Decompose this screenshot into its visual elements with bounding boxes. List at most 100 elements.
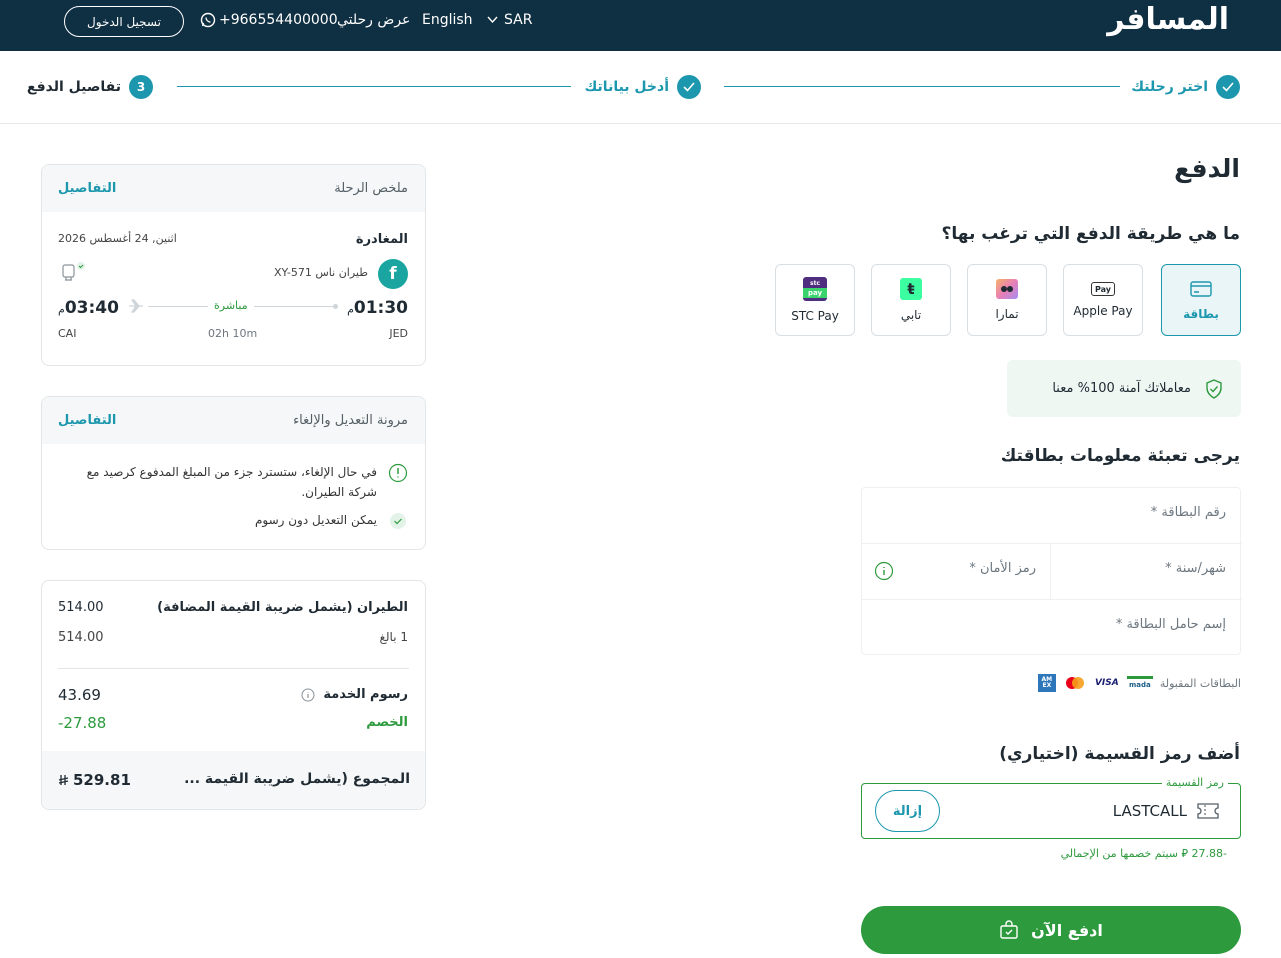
adult-label: 1 بالغ xyxy=(379,630,409,644)
method-stc-pay[interactable]: stc pay STC Pay xyxy=(775,264,855,336)
price-breakdown-card: الطيران (يشمل ضريبة القيمة المضافة) 514.… xyxy=(41,580,426,810)
step-number: 3 xyxy=(129,75,153,99)
coupon-code-value: LASTCALL xyxy=(1112,802,1187,820)
accepted-cards-label: البطاقات المقبولة xyxy=(1159,676,1241,690)
change-note: يمكن التعديل دون رسوم xyxy=(254,513,377,527)
step-label: اختر رحلتك xyxy=(1131,79,1208,95)
card-holder-field[interactable]: إسم حامل البطاقة * xyxy=(1116,617,1226,632)
discount-note: -27.88 ⃁ سيتم خصمها من الإجمالي xyxy=(1060,847,1227,860)
info-icon xyxy=(388,463,408,487)
step-connector xyxy=(724,86,1120,87)
apple-pay-icon: Pay xyxy=(1091,282,1115,296)
method-label: تمارا xyxy=(995,307,1019,321)
method-label: تابي xyxy=(900,308,922,322)
divider xyxy=(1050,543,1051,599)
departure-label: المغادرة xyxy=(355,232,408,247)
page-title: الدفع xyxy=(1174,154,1240,183)
shield-check-icon xyxy=(1206,378,1222,399)
mada-logo-icon: mada xyxy=(1126,676,1153,690)
airline-name: طيران ناس XY-571 xyxy=(273,266,368,279)
total-row: المجموع (يشمل ضريبة القيمة ... 529.81 xyxy=(42,751,425,809)
flight-price-label: الطيران (يشمل ضريبة القيمة المضافة) xyxy=(157,600,408,615)
info-icon[interactable] xyxy=(301,688,315,702)
total-label: المجموع (يشمل ضريبة القيمة ... xyxy=(184,771,410,787)
card-title: ملخص الرحلة xyxy=(334,181,408,196)
method-tabby[interactable]: ŧ تابي xyxy=(871,264,951,336)
accepted-cards-row: البطاقات المقبولة mada VISA AM EX xyxy=(1030,672,1241,694)
pay-now-label: ادفع الآن xyxy=(1031,920,1103,940)
cvv-field[interactable]: رمز الأمان * xyxy=(969,561,1036,576)
seat-baggage-icon xyxy=(60,261,90,287)
card-icon xyxy=(1189,279,1213,299)
method-label: STC Pay xyxy=(791,309,839,323)
my-trip-link[interactable]: عرض رحلتي xyxy=(337,12,410,28)
step-payment-details: 3 تفاصيل الدفع xyxy=(27,75,153,99)
flight-summary-card: ملخص الرحلة التفاصيل المغادرة اثنين, 24 … xyxy=(41,164,426,366)
discount-value: -27.88 xyxy=(58,714,107,732)
tamara-icon xyxy=(996,279,1018,299)
card-form: رقم البطاقة * شهر/سنة * رمز الأمان * إسم… xyxy=(861,487,1242,655)
coupon-input[interactable]: رمز القسيمة LASTCALL إزالة xyxy=(861,776,1241,839)
riyal-icon xyxy=(58,774,69,785)
arrival-time: 03:40م xyxy=(58,298,119,318)
currency-selector[interactable]: SAR xyxy=(487,12,532,28)
flight-duration: 02h 10m xyxy=(208,327,258,340)
secure-text: معاملاتك آمنة 100% معنا xyxy=(1052,381,1191,396)
departure-time: 01:30م xyxy=(347,298,408,318)
service-fee-row: رسوم الخدمة xyxy=(301,687,408,702)
check-icon xyxy=(1216,75,1240,99)
phone-number: +966554400000 xyxy=(219,12,338,28)
divider xyxy=(862,599,1242,600)
card-number-field[interactable]: رقم البطاقة * xyxy=(1151,505,1226,520)
step-label: أدخل بياناتك xyxy=(584,79,669,95)
discount-label: الخصم xyxy=(366,715,408,730)
step-label: تفاصيل الدفع xyxy=(26,79,121,95)
pay-now-button[interactable]: ادفع الآن xyxy=(861,906,1241,954)
flexibility-card: مرونة التعديل والإلغاء التفاصيل في حال ا… xyxy=(41,396,426,550)
divider xyxy=(862,543,1242,544)
ticket-icon xyxy=(1197,803,1219,823)
flight-price-value: 514.00 xyxy=(58,600,104,615)
info-icon[interactable] xyxy=(874,561,894,585)
remove-coupon-button[interactable]: إزالة xyxy=(875,790,940,832)
details-link[interactable]: التفاصيل xyxy=(58,413,116,428)
method-label: بطاقة xyxy=(1183,307,1219,321)
shopping-bag-icon xyxy=(1000,920,1018,939)
step-choose-flight[interactable]: اختر رحلتك xyxy=(1131,75,1240,99)
expiry-field[interactable]: شهر/سنة * xyxy=(1165,561,1226,576)
top-navigation-bar: المسافر SAR English عرض رحلتي +966554400… xyxy=(0,0,1281,51)
chevron-down-icon xyxy=(487,16,498,24)
tabby-icon: ŧ xyxy=(900,278,922,300)
total-amount: 529.81 xyxy=(58,771,131,789)
whatsapp-icon xyxy=(200,12,216,28)
coupon-heading: أضف رمز القسيمة (اختياري) xyxy=(999,744,1240,764)
route-dot xyxy=(333,304,338,309)
visa-logo-icon: VISA xyxy=(1094,678,1119,688)
details-link[interactable]: التفاصيل xyxy=(58,181,116,196)
flight-date: اثنين, 24 أغسطس 2026 xyxy=(58,232,177,245)
login-button[interactable]: تسجيل الدخول xyxy=(64,6,184,37)
payment-method-heading: ما هي طريقة الدفع التي ترغب بها؟ xyxy=(941,224,1240,244)
divider xyxy=(58,668,409,669)
card-title: مرونة التعديل والإلغاء xyxy=(293,413,408,428)
whatsapp-contact[interactable]: +966554400000 xyxy=(200,12,338,28)
plane-icon xyxy=(128,299,144,317)
amex-logo-icon: AM EX xyxy=(1037,674,1056,692)
destination-code: CAI xyxy=(58,327,77,340)
coupon-legend: رمز القسيمة xyxy=(1161,776,1228,789)
method-tamara[interactable]: تمارا xyxy=(967,264,1047,336)
check-icon xyxy=(677,75,701,99)
secure-transaction-notice: معاملاتك آمنة 100% معنا xyxy=(1007,360,1241,417)
mastercard-logo-icon xyxy=(1063,676,1087,690)
site-logo[interactable]: المسافر xyxy=(1107,2,1229,37)
airline-logo: f xyxy=(378,259,408,289)
step-enter-details[interactable]: أدخل بياناتك xyxy=(585,75,701,99)
card-info-heading: يرجى تعبئة معلومات بطاقتك xyxy=(1000,446,1240,466)
service-fee-value: 43.69 xyxy=(58,686,101,704)
check-circle-icon xyxy=(390,513,406,533)
method-card[interactable]: بطاقة xyxy=(1161,264,1241,336)
language-switch[interactable]: English xyxy=(422,12,473,28)
method-apple-pay[interactable]: Pay Apple Pay xyxy=(1063,264,1143,336)
adult-value: 514.00 xyxy=(58,630,104,645)
booking-stepper: اختر رحلتك أدخل بياناتك 3 تفاصيل الدفع xyxy=(0,51,1281,124)
